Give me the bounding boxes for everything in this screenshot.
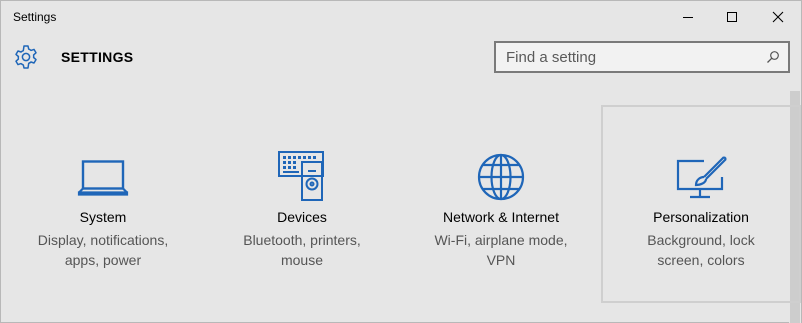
tile-description-line: VPN xyxy=(486,252,516,268)
tile-description-line: apps, power xyxy=(64,252,142,268)
gear-icon xyxy=(15,45,37,69)
title-bar[interactable]: Settings xyxy=(1,1,801,33)
tile-description: Wi-Fi, airplane mode, VPN xyxy=(403,230,599,270)
search-icon[interactable] xyxy=(766,50,780,64)
tile-description-line: Bluetooth, printers, xyxy=(243,232,361,248)
tile-description-line: screen, colors xyxy=(657,252,745,268)
settings-window: Settings SETTINGS Find a setting System … xyxy=(0,0,802,323)
tile-description-line: mouse xyxy=(280,252,324,268)
tile-description-line: Wi-Fi, airplane mode, xyxy=(434,232,568,248)
devices-icon xyxy=(278,151,324,201)
maximize-button[interactable] xyxy=(709,1,755,33)
tile-personalization[interactable]: Personalization Background, lock screen,… xyxy=(601,105,801,303)
maximize-icon xyxy=(727,12,737,22)
close-icon xyxy=(772,11,784,23)
tile-description-line: Background, lock xyxy=(647,232,755,248)
minimize-icon xyxy=(683,17,693,18)
tile-description-line: Display, notifications, xyxy=(37,232,169,248)
close-button[interactable] xyxy=(755,1,801,33)
laptop-icon xyxy=(77,160,129,196)
page-title: SETTINGS xyxy=(61,49,134,65)
tile-description: Bluetooth, printers, mouse xyxy=(204,230,400,270)
globe-icon xyxy=(477,153,525,201)
tile-network-internet[interactable]: Network & Internet Wi-Fi, airplane mode,… xyxy=(401,105,601,303)
minimize-button[interactable] xyxy=(665,1,711,33)
tile-description: Background, lock screen, colors xyxy=(603,230,799,270)
window-title: Settings xyxy=(13,10,57,24)
search-input[interactable] xyxy=(496,43,758,71)
tile-description: Display, notifications, apps, power xyxy=(5,230,201,270)
tile-system[interactable]: System Display, notifications, apps, pow… xyxy=(3,105,203,303)
personalization-icon xyxy=(676,156,727,199)
tile-devices[interactable]: Devices Bluetooth, printers, mouse xyxy=(202,105,402,303)
tile-title: System xyxy=(79,209,127,225)
tile-title: Network & Internet xyxy=(443,209,559,225)
tile-title: Devices xyxy=(277,209,327,225)
search-box[interactable] xyxy=(494,41,790,73)
tile-title: Personalization xyxy=(653,209,749,225)
